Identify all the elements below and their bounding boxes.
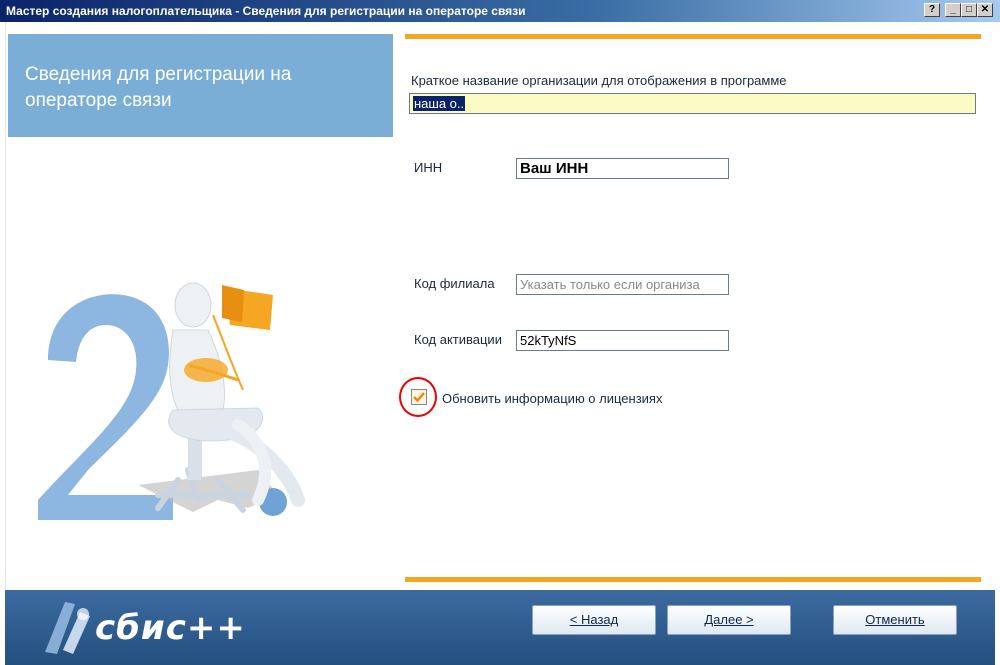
window-title: Мастер создания налогоплательщика - Свед… — [6, 4, 526, 18]
short-name-input[interactable]: наша о.. — [409, 93, 976, 114]
help-button[interactable]: ? — [924, 3, 940, 17]
cancel-button[interactable]: Отменить — [833, 605, 957, 635]
window-left-edge — [0, 22, 6, 665]
short-name-label: Краткое название организации для отображ… — [411, 73, 787, 88]
branch-code-label: Код филиала — [414, 276, 495, 291]
inn-input[interactable]: Ваш ИНН — [516, 158, 729, 179]
maximize-button[interactable]: □ — [961, 3, 977, 17]
step-title: Сведения для регистрации на операторе св… — [25, 64, 292, 111]
step-header-panel: Сведения для регистрации на операторе св… — [8, 34, 393, 137]
update-license-label: Обновить информацию о лицензиях — [442, 391, 663, 406]
checkmark-icon — [413, 392, 425, 403]
back-button[interactable]: < Назад — [532, 605, 656, 635]
update-license-checkbox[interactable] — [411, 389, 427, 405]
activation-code-input[interactable]: 52kTyNfS — [516, 330, 729, 351]
activation-code-label: Код активации — [414, 332, 502, 347]
bottom-accent-line — [405, 577, 981, 582]
top-accent-line — [405, 34, 981, 39]
title-bar: Мастер создания налогоплательщика - Свед… — [0, 0, 1000, 22]
logo-text: сбис++ — [95, 608, 246, 648]
wizard-illustration — [38, 282, 305, 520]
inn-label: ИНН — [414, 160, 443, 175]
minimize-button[interactable]: _ — [945, 3, 961, 17]
close-button[interactable]: ✕ — [977, 3, 993, 17]
next-button[interactable]: Далее > — [667, 605, 791, 635]
short-name-value: наша о.. — [413, 96, 466, 111]
branch-code-input[interactable]: Указать только если организа — [516, 274, 729, 295]
